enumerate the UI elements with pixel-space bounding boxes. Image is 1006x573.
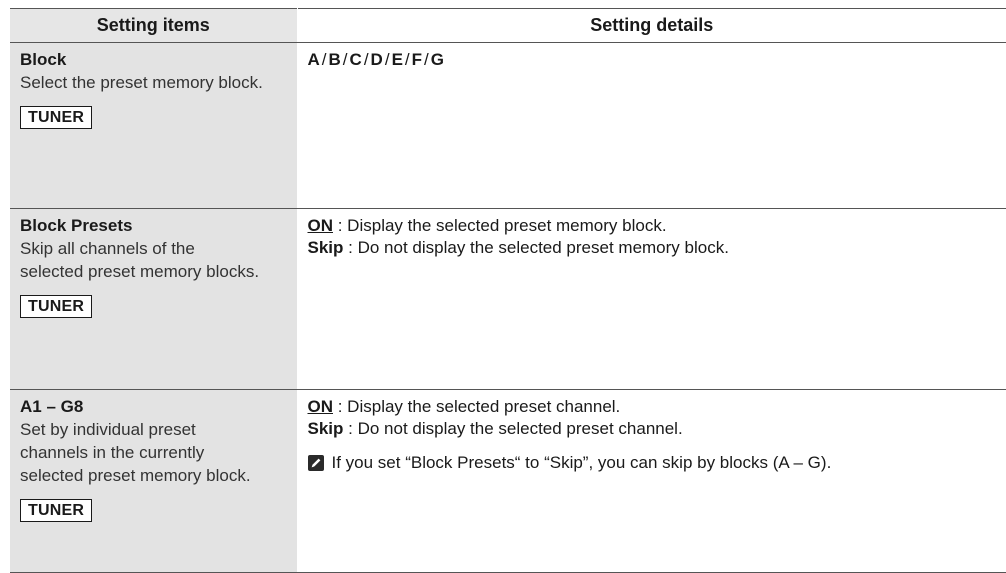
option-description: : Display the selected preset channel. <box>337 397 621 416</box>
header-setting-items: Setting items <box>10 8 298 43</box>
block-value: A <box>307 50 320 69</box>
block-value: G <box>430 50 444 69</box>
setting-item-cell: Block Presets Skip all channels of the s… <box>10 208 298 390</box>
setting-item-title: Block Presets <box>20 216 133 235</box>
setting-item-cell: A1 – G8 Set by individual preset channel… <box>10 389 298 573</box>
value-separator: / <box>363 50 369 69</box>
value-separator: / <box>384 50 390 69</box>
setting-item-description: Select the preset memory block. <box>20 73 263 92</box>
settings-table: Setting items Setting details Block Sele… <box>10 8 1006 573</box>
detail-line-skip: Skip : Do not display the selected prese… <box>308 418 997 440</box>
option-skip: Skip <box>307 238 344 257</box>
setting-item-title: A1 – G8 <box>20 397 84 416</box>
block-value: B <box>328 50 341 69</box>
tuner-badge: TUNER <box>20 106 93 129</box>
detail-line-skip: Skip : Do not display the selected prese… <box>308 237 997 259</box>
table-row-block-presets: Block Presets Skip all channels of the s… <box>10 208 1006 390</box>
detail-line-on: ON : Display the selected preset channel… <box>308 396 997 418</box>
value-separator: / <box>404 50 410 69</box>
table-row-a1-g8: A1 – G8 Set by individual preset channel… <box>10 389 1006 573</box>
setting-item-description: Skip all channels of the selected preset… <box>20 239 260 281</box>
setting-details-cell: A / B / C / D / E / F / G <box>297 42 1006 209</box>
header-setting-details: Setting details <box>297 8 1006 43</box>
option-description: : Display the selected preset memory blo… <box>337 216 667 235</box>
setting-details-cell: ON : Display the selected preset memory … <box>297 208 1006 390</box>
detail-line-on: ON : Display the selected preset memory … <box>308 215 997 237</box>
option-on: ON <box>307 397 334 416</box>
setting-item-description: Set by individual preset channels in the… <box>20 420 251 485</box>
setting-item-title: Block <box>20 50 67 69</box>
setting-details-cell: ON : Display the selected preset channel… <box>297 389 1006 573</box>
pencil-icon <box>307 455 324 471</box>
block-value: E <box>391 50 403 69</box>
note: If you set “Block Presets“ to “Skip”, yo… <box>307 452 997 474</box>
option-description: : Do not display the selected preset mem… <box>348 238 729 257</box>
value-separator: / <box>321 50 327 69</box>
tuner-badge: TUNER <box>20 499 93 522</box>
table-header-row: Setting items Setting details <box>10 8 1006 43</box>
block-value: C <box>349 50 362 69</box>
block-values: A / B / C / D / E / F / G <box>308 49 997 71</box>
note-text: If you set “Block Presets“ to “Skip”, yo… <box>331 453 832 472</box>
option-skip: Skip <box>307 419 344 438</box>
block-value: F <box>411 50 423 69</box>
tuner-badge: TUNER <box>20 295 93 318</box>
option-on: ON <box>307 216 334 235</box>
block-value: D <box>370 50 383 69</box>
setting-item-cell: Block Select the preset memory block. TU… <box>10 42 298 209</box>
table-row-block: Block Select the preset memory block. TU… <box>10 42 1006 209</box>
value-separator: / <box>424 50 429 69</box>
option-description: : Do not display the selected preset cha… <box>348 419 683 438</box>
value-separator: / <box>342 50 348 69</box>
